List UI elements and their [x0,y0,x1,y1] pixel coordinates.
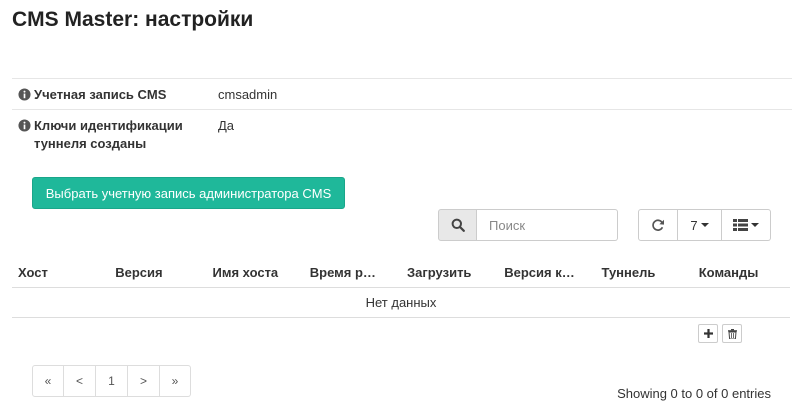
info-circle-icon [18,88,31,101]
info-row-cms-account: Учетная запись CMS cmsadmin [12,78,792,109]
empty-table-message: Нет данных [12,288,790,318]
trash-icon [727,328,737,339]
table-header: Хост Версия Имя хоста Время р… Загрузить… [12,258,790,288]
search-icon [451,218,465,232]
add-button[interactable] [698,324,718,343]
delete-button[interactable] [722,324,742,343]
column-header-commands[interactable]: Команды [693,258,790,287]
info-label: Учетная запись CMS [12,79,218,109]
pagination-prev-button[interactable]: < [64,365,96,397]
info-label: Ключи идентификации туннеля созданы [12,110,218,158]
select-admin-account-button[interactable]: Выбрать учетную запись администратора CM… [32,177,345,209]
column-header-host[interactable]: Хост [12,258,109,287]
page-title: CMS Master: настройки [12,8,254,31]
settings-info-table: Учетная запись CMS cmsadmin Ключи иденти… [12,78,792,158]
search-button[interactable] [438,209,477,241]
search-group [438,209,618,241]
table-toolbar: 7 [638,209,771,241]
pagination-next-button[interactable]: > [128,365,160,397]
caret-down-icon [751,223,759,227]
hosts-table: Хост Версия Имя хоста Время р… Загрузить… [12,258,790,318]
caret-down-icon [700,223,709,227]
table-actions [698,324,742,343]
columns-dropdown[interactable] [722,209,771,241]
column-header-tunnel[interactable]: Туннель [596,258,693,287]
info-circle-icon [18,119,31,132]
column-header-version[interactable]: Версия [109,258,206,287]
info-value: Да [218,118,235,133]
search-input[interactable] [477,209,618,241]
column-header-upload[interactable]: Загрузить [401,258,498,287]
plus-icon [703,329,713,338]
refresh-icon [652,219,664,231]
entries-info: Showing 0 to 0 of 0 entries [617,386,771,401]
info-row-tunnel-keys: Ключи идентификации туннеля созданы Да [12,109,792,158]
pagination-first-button[interactable]: « [32,365,64,397]
column-header-hostname[interactable]: Имя хоста [207,258,304,287]
page-size-value: 7 [690,217,698,233]
info-value: cmsadmin [218,87,278,102]
pagination: « < 1 > » [32,365,191,397]
column-header-time[interactable]: Время р… [304,258,401,287]
column-header-client-version[interactable]: Версия к… [498,258,595,287]
pagination-page-1[interactable]: 1 [96,365,128,397]
columns-icon [733,219,748,231]
page-size-dropdown[interactable]: 7 [678,209,722,241]
pagination-last-button[interactable]: » [160,365,191,397]
refresh-button[interactable] [638,209,678,241]
